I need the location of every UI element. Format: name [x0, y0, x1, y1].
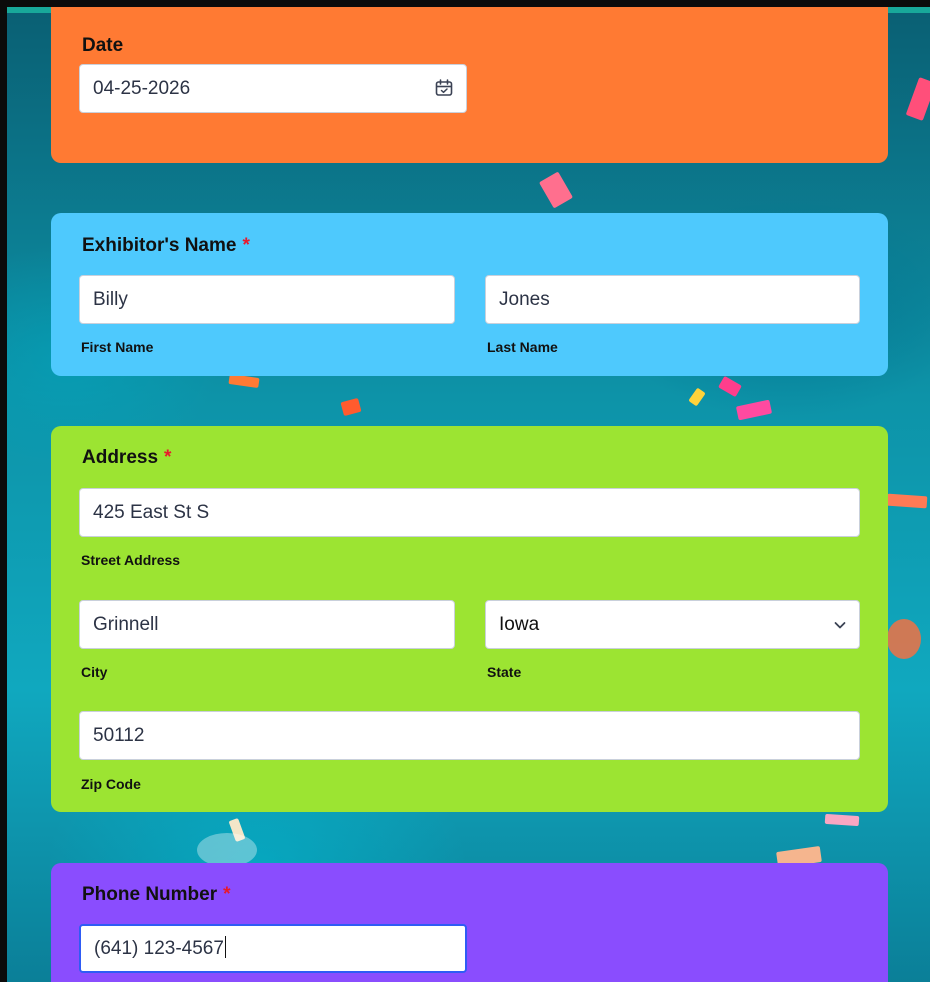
chevron-down-icon[interactable]	[833, 618, 847, 632]
date-section: Date 04-25-2026	[51, 7, 888, 163]
last-name-value: Jones	[499, 289, 550, 310]
confetti-decoration	[905, 77, 930, 121]
text-cursor	[224, 936, 227, 959]
last-name-sublabel: Last Name	[487, 339, 558, 355]
first-name-value: Billy	[93, 289, 128, 310]
confetti-decoration	[228, 373, 260, 389]
zip-code-input[interactable]: 50112	[79, 711, 860, 760]
confetti-decoration	[718, 375, 742, 398]
confetti-decoration	[824, 813, 860, 827]
confetti-decoration	[688, 387, 706, 407]
address-section: Address * 425 East St S Street Address Gr…	[51, 426, 888, 812]
form-background: Date 04-25-2026 Exhibitor's Name * Billy …	[7, 7, 930, 982]
phone-number-value: (641) 123-4567	[94, 938, 224, 959]
zip-code-value: 50112	[93, 725, 145, 746]
phone-number-input[interactable]: (641) 123-4567	[79, 924, 467, 973]
confetti-decoration	[735, 399, 773, 421]
confetti-decoration	[886, 493, 928, 509]
address-label: Address *	[82, 447, 171, 469]
required-mark: *	[164, 447, 172, 468]
address-label-text: Address	[82, 447, 159, 468]
required-mark: *	[242, 235, 250, 256]
exhibitor-name-label: Exhibitor's Name *	[82, 235, 250, 257]
city-sublabel: City	[81, 664, 108, 680]
phone-number-label-text: Phone Number	[82, 884, 218, 905]
state-value: Iowa	[499, 614, 540, 635]
city-value: Grinnell	[93, 614, 159, 635]
street-address-sublabel: Street Address	[81, 552, 181, 568]
date-input[interactable]: 04-25-2026	[79, 64, 467, 113]
state-sublabel: State	[487, 664, 522, 680]
exhibitor-name-label-text: Exhibitor's Name	[82, 235, 237, 256]
confetti-decoration	[197, 833, 257, 867]
confetti-decoration	[887, 619, 921, 659]
street-address-input[interactable]: 425 East St S	[79, 488, 860, 537]
calendar-icon[interactable]	[434, 78, 454, 98]
date-value: 04-25-2026	[93, 78, 191, 99]
phone-number-label: Phone Number *	[82, 884, 231, 906]
first-name-input[interactable]: Billy	[79, 275, 455, 324]
exhibitor-name-section: Exhibitor's Name * Billy First Name Jones…	[51, 213, 888, 376]
first-name-sublabel: First Name	[81, 339, 154, 355]
required-mark: *	[223, 884, 231, 905]
date-label: Date	[82, 35, 124, 56]
state-select[interactable]: Iowa	[485, 600, 860, 649]
confetti-decoration	[538, 171, 574, 209]
confetti-decoration	[340, 397, 362, 417]
city-input[interactable]: Grinnell	[79, 600, 455, 649]
last-name-input[interactable]: Jones	[485, 275, 860, 324]
zip-code-sublabel: Zip Code	[81, 776, 141, 792]
street-address-value: 425 East St S	[93, 502, 210, 523]
phone-number-section: Phone Number * (641) 123-4567	[51, 863, 888, 982]
